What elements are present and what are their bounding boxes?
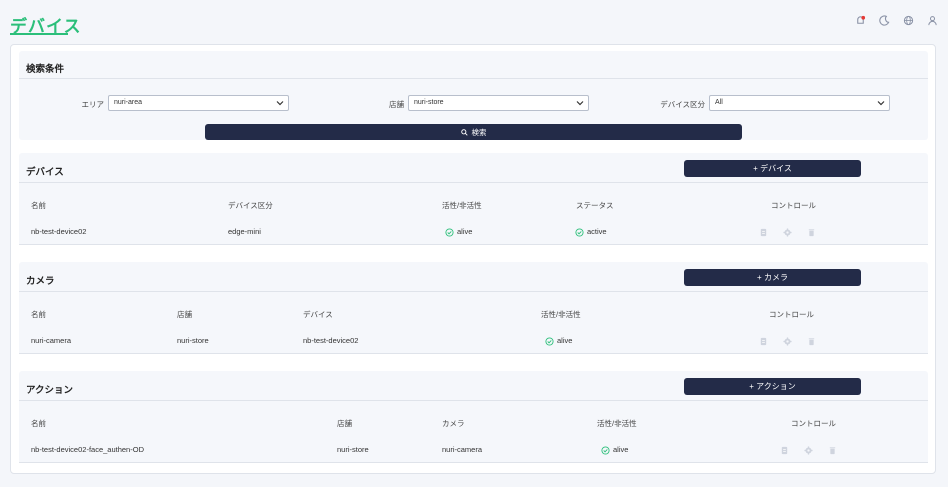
user-icon[interactable]	[926, 14, 938, 26]
device-status: active	[575, 219, 607, 245]
device-type-label: デバイス区分	[660, 100, 705, 109]
add-camera-button[interactable]: + カメラ	[684, 269, 861, 286]
active-status-text: alive	[457, 227, 473, 236]
device-type: edge-mini	[228, 227, 261, 236]
search-button-label: 検索	[471, 127, 487, 137]
gear-icon[interactable]	[782, 336, 792, 346]
active-status-text: alive	[557, 336, 573, 345]
camera-panel: カメラ + カメラ 名前 店舗 デバイス 活性/非活性 コントロール nuri-…	[19, 262, 928, 354]
add-camera-button-label: + カメラ	[757, 273, 788, 282]
check-circle-icon	[575, 227, 584, 237]
chevron-down-icon	[576, 101, 584, 106]
device-type-select[interactable]: All	[709, 95, 890, 111]
col-name: 名前	[31, 310, 46, 319]
active-status: alive	[545, 328, 572, 354]
search-panel-title: 検索条件	[26, 64, 65, 75]
row-controls	[779, 437, 837, 463]
chevron-down-icon	[877, 101, 885, 106]
action-panel: アクション + アクション 名前 店舗 カメラ 活性/非活性 コントロール nb…	[19, 371, 928, 463]
chevron-down-icon	[276, 101, 284, 106]
col-control: コントロール	[791, 419, 836, 428]
col-name: 名前	[31, 201, 46, 210]
trash-icon[interactable]	[806, 227, 816, 237]
trash-icon[interactable]	[827, 445, 837, 455]
camera-panel-header: カメラ + カメラ	[19, 262, 928, 292]
camera-name: nuri-camera	[31, 336, 72, 345]
app-root: デバイス 検索条件 エリア nuri-area 店舗 nuri-store デバ…	[0, 0, 948, 487]
search-panel: 検索条件 エリア nuri-area 店舗 nuri-store デバイス区分 …	[19, 51, 928, 140]
camera-panel-title: カメラ	[26, 276, 55, 287]
page-header: デバイス	[0, 0, 948, 42]
gear-icon[interactable]	[803, 445, 813, 455]
action-store: nuri-store	[337, 445, 369, 454]
title-underline	[10, 33, 68, 35]
check-circle-icon	[601, 445, 610, 455]
area-select[interactable]: nuri-area	[108, 95, 289, 111]
action-panel-title: アクション	[26, 385, 74, 396]
device-type-select-value: All	[715, 99, 723, 106]
col-store: 店舗	[337, 419, 352, 428]
area-label: エリア	[81, 100, 105, 109]
edit-icon[interactable]	[779, 445, 789, 455]
edit-icon[interactable]	[758, 336, 768, 346]
add-device-button[interactable]: + デバイス	[684, 160, 861, 177]
store-select[interactable]: nuri-store	[408, 95, 589, 111]
store-label: 店舗	[389, 100, 404, 109]
header-icons	[854, 14, 938, 26]
col-status: ステータス	[576, 201, 614, 210]
active-status-text: alive	[613, 445, 629, 454]
col-name: 名前	[31, 419, 46, 428]
col-active: 活性/非活性	[597, 419, 637, 428]
device-name: nb-test-device02	[31, 227, 87, 236]
device-panel-header: デバイス + デバイス	[19, 153, 928, 183]
camera-store: nuri-store	[177, 336, 209, 345]
table-row[interactable]: nb-test-device02 edge-mini alive active	[19, 219, 928, 245]
edit-icon[interactable]	[758, 227, 768, 237]
search-panel-header: 検索条件	[19, 51, 928, 79]
active-status: alive	[445, 219, 472, 245]
gear-icon[interactable]	[782, 227, 792, 237]
col-control: コントロール	[771, 201, 816, 210]
camera-device: nb-test-device02	[303, 336, 359, 345]
col-store: 店舗	[177, 310, 192, 319]
col-control: コントロール	[769, 310, 814, 319]
device-panel: デバイス + デバイス 名前 デバイス区分 活性/非活性 ステータス コントロー…	[19, 153, 928, 245]
search-icon	[460, 128, 468, 136]
action-table-header: 名前 店舗 カメラ 活性/非活性 コントロール	[19, 410, 928, 438]
col-device: デバイス	[303, 310, 333, 319]
search-button[interactable]: 検索	[205, 124, 742, 140]
col-active: 活性/非活性	[541, 310, 581, 319]
device-panel-title: デバイス	[26, 167, 64, 178]
row-controls	[758, 328, 816, 354]
action-camera: nuri-camera	[442, 445, 483, 454]
table-row[interactable]: nb-test-device02-face_authen-OD nuri-sto…	[19, 437, 928, 463]
moon-icon[interactable]	[878, 14, 890, 26]
add-device-button-label: + デバイス	[753, 164, 792, 173]
active-status: alive	[601, 437, 628, 463]
check-circle-icon	[545, 336, 554, 346]
action-name: nb-test-device02-face_authen-OD	[31, 445, 144, 454]
camera-table-header: 名前 店舗 デバイス 活性/非活性 コントロール	[19, 301, 928, 329]
check-circle-icon	[445, 227, 454, 237]
search-filter-row: エリア nuri-area 店舗 nuri-store デバイス区分 All	[19, 95, 928, 113]
add-action-button-label: + アクション	[749, 382, 796, 391]
col-device-type: デバイス区分	[228, 201, 273, 210]
trash-icon[interactable]	[806, 336, 816, 346]
action-panel-header: アクション + アクション	[19, 371, 928, 401]
col-active: 活性/非活性	[442, 201, 482, 210]
add-action-button[interactable]: + アクション	[684, 378, 861, 395]
device-status-text: active	[587, 227, 607, 236]
device-table-header: 名前 デバイス区分 活性/非活性 ステータス コントロール	[19, 192, 928, 220]
col-camera: カメラ	[442, 419, 465, 428]
area-select-value: nuri-area	[114, 99, 143, 106]
table-row[interactable]: nuri-camera nuri-store nb-test-device02 …	[19, 328, 928, 354]
globe-icon[interactable]	[902, 14, 914, 26]
row-controls	[758, 219, 816, 245]
main-content: 検索条件 エリア nuri-area 店舗 nuri-store デバイス区分 …	[10, 44, 936, 474]
notification-icon[interactable]	[854, 14, 866, 26]
store-select-value: nuri-store	[414, 99, 444, 106]
